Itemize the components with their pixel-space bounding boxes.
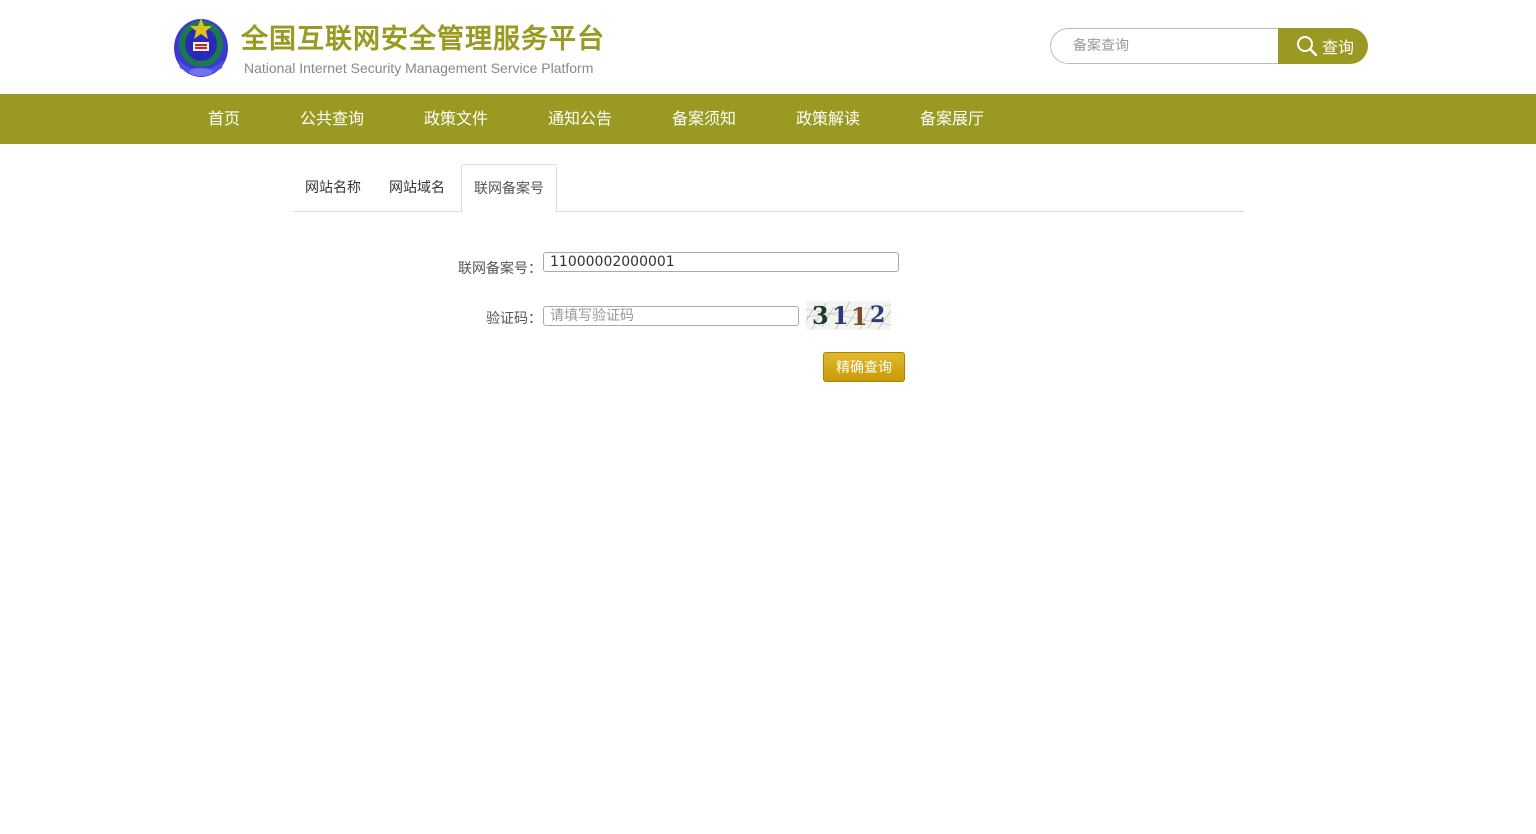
site-subtitle: National Internet Security Management Se… <box>244 60 594 76</box>
tab-site-name[interactable]: 网站名称 <box>305 164 361 212</box>
tab-site-domain[interactable]: 网站域名 <box>389 164 445 212</box>
nav-item-public-query[interactable]: 公共查询 <box>300 94 364 144</box>
site-title[interactable]: 全国互联网安全管理服务平台 <box>241 22 605 58</box>
query-tabs: 网站名称 网站域名 联网备案号 <box>293 164 1244 213</box>
main-nav: 首页 公共查询 政策文件 通知公告 备案须知 政策解读 备案展厅 <box>0 94 1536 144</box>
tab-record-number[interactable]: 联网备案号 <box>461 164 557 213</box>
captcha-label: 验证码： <box>486 311 542 327</box>
site-header: 全国互联网安全管理服务平台 National Internet Security… <box>0 0 1536 94</box>
exact-query-button[interactable]: 精确查询 <box>823 352 905 382</box>
record-number-input[interactable] <box>543 252 899 272</box>
svg-text:2: 2 <box>870 302 885 328</box>
nav-item-filing-gallery[interactable]: 备案展厅 <box>920 94 984 144</box>
header-search: 查询 <box>1050 28 1368 64</box>
record-number-label: 联网备案号： <box>458 261 542 277</box>
captcha-input[interactable] <box>543 306 799 326</box>
search-button-label: 查询 <box>1321 38 1354 57</box>
nav-item-notices[interactable]: 通知公告 <box>548 94 612 144</box>
captcha-image[interactable]: 3 1 1 2 <box>806 301 891 330</box>
svg-text:3: 3 <box>812 301 829 330</box>
svg-text:1: 1 <box>832 301 849 330</box>
search-button[interactable]: 查询 <box>1278 28 1368 64</box>
police-emblem-icon <box>174 18 228 77</box>
nav-item-policy-interpretation[interactable]: 政策解读 <box>796 94 860 144</box>
search-icon <box>1296 36 1318 57</box>
nav-item-policy-docs[interactable]: 政策文件 <box>424 94 488 144</box>
search-input[interactable] <box>1050 28 1284 64</box>
nav-item-home[interactable]: 首页 <box>208 94 240 144</box>
svg-text:1: 1 <box>851 302 868 330</box>
nav-item-filing-guide[interactable]: 备案须知 <box>672 94 736 144</box>
